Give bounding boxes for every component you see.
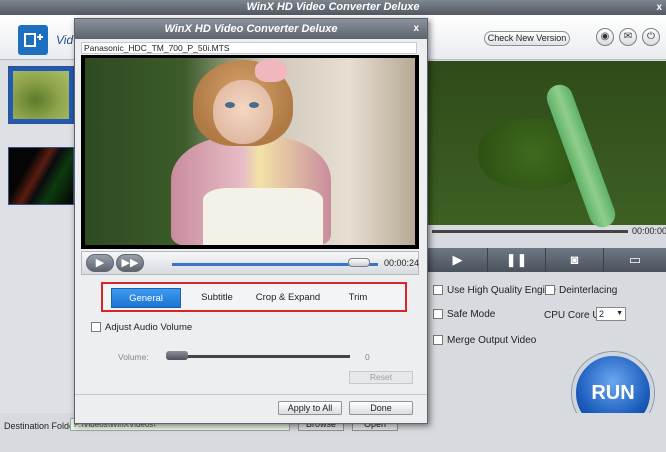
dialog-titlebar: WinX HD Video Converter Deluxe x — [75, 19, 427, 39]
safe-mode-option[interactable]: Safe Mode — [433, 309, 495, 320]
video-preview — [81, 55, 419, 249]
deinterlacing-option[interactable]: Deinterlacing — [545, 285, 617, 296]
tab-subtitle[interactable]: Subtitle — [183, 288, 251, 308]
camera-icon[interactable]: ◙ — [546, 248, 604, 272]
toolbar-text: Vid — [56, 33, 74, 47]
dialog-title: WinX HD Video Converter Deluxe — [164, 23, 338, 35]
right-time-display: 00:00:00 — [632, 226, 666, 236]
volume-slider[interactable] — [166, 355, 350, 358]
elapsed-time: 00:00:24 — [384, 258, 420, 268]
video-thumbnail[interactable] — [8, 147, 74, 205]
play-icon[interactable]: ▶ — [86, 254, 114, 272]
dialog-player-controls: ▶ ▶▶ 00:00:24 — [81, 251, 419, 275]
high-quality-option[interactable]: Use High Quality Engine — [433, 285, 556, 296]
play-icon[interactable]: ▶ — [428, 248, 488, 272]
adjust-audio-checkbox[interactable] — [91, 322, 101, 333]
tab-crop-expand[interactable]: Crop & Expand — [253, 288, 323, 308]
deinterlacing-checkbox[interactable] — [545, 285, 555, 296]
power-icon[interactable]: ⏻ — [642, 28, 660, 46]
mail-icon[interactable]: ✉ — [619, 28, 637, 46]
video-thumbnail[interactable] — [8, 66, 74, 124]
right-preview-video — [428, 61, 666, 231]
check-new-version-button[interactable]: Check New Version — [484, 31, 570, 46]
safe-mode-checkbox[interactable] — [433, 309, 443, 320]
merge-checkbox[interactable] — [433, 335, 443, 346]
cpu-core-select[interactable]: 2 ▼ — [596, 307, 626, 321]
destination-folder-label: Destination Folder: — [4, 421, 80, 431]
right-player-controls: ▶ ❚❚ ◙ ▭ — [428, 248, 666, 272]
volume-label: Volume: — [118, 352, 149, 362]
safe-mode-label: Safe Mode — [447, 309, 496, 320]
user-icon[interactable]: ◉ — [596, 28, 614, 46]
deinterlacing-label: Deinterlacing — [559, 285, 618, 296]
video-edit-dialog: WinX HD Video Converter Deluxe x Panason… — [74, 18, 428, 424]
pause-icon[interactable]: ❚❚ — [488, 248, 546, 272]
left-thumbnail-panel — [0, 61, 80, 413]
video-frame-image — [85, 58, 415, 245]
dialog-divider — [75, 394, 427, 395]
merge-option[interactable]: Merge Output Video — [433, 335, 536, 346]
done-button[interactable]: Done — [349, 401, 413, 415]
file-name: Panasonic_HDC_TM_700_P_50i.MTS — [81, 42, 417, 54]
forward-icon[interactable]: ▶▶ — [116, 254, 144, 272]
reset-button[interactable]: Reset — [349, 371, 413, 384]
adjust-audio-label: Adjust Audio Volume — [105, 322, 193, 333]
cpu-core-value: 2 — [599, 309, 605, 319]
tab-trim[interactable]: Trim — [325, 288, 391, 308]
app-logo-icon — [18, 25, 48, 55]
merge-label: Merge Output Video — [447, 335, 537, 346]
dialog-close-icon[interactable]: x — [413, 19, 419, 39]
seek-handle[interactable] — [348, 258, 370, 267]
apply-to-all-button[interactable]: Apply to All — [278, 401, 342, 415]
tab-general[interactable]: General — [111, 288, 181, 308]
adjust-audio-option[interactable]: Adjust Audio Volume — [91, 322, 192, 333]
high-quality-checkbox[interactable] — [433, 285, 443, 296]
folder-icon[interactable]: ▭ — [604, 248, 666, 272]
settings-tab-group: General Subtitle Crop & Expand Trim — [101, 282, 407, 312]
volume-slider-handle[interactable] — [166, 351, 188, 360]
high-quality-label: Use High Quality Engine — [447, 285, 556, 296]
right-seek-bar[interactable] — [432, 230, 628, 233]
seek-bar[interactable] — [172, 258, 378, 267]
main-close-icon[interactable]: x — [656, 0, 662, 15]
chevron-down-icon: ▼ — [616, 310, 623, 317]
volume-value: 0 — [365, 352, 370, 362]
main-titlebar: WinX HD Video Converter Deluxe x — [0, 0, 666, 15]
main-title: WinX HD Video Converter Deluxe — [246, 1, 420, 13]
